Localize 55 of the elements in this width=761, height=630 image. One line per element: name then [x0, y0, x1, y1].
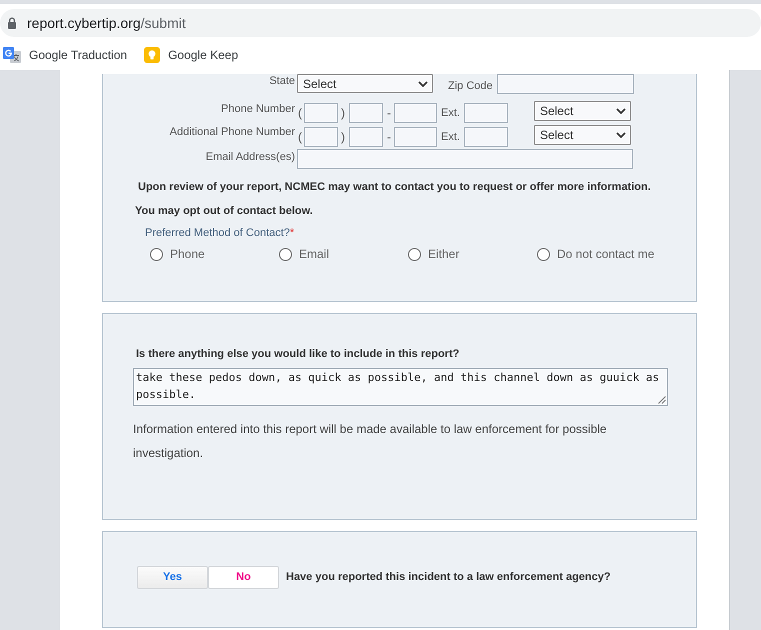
field-label: Ext. [441, 106, 460, 120]
radio-button[interactable] [537, 248, 550, 260]
notice-text: Upon review of your report, NCMEC may want to contact you to request or offer more information. [138, 181, 652, 194]
chevron-down-icon [616, 132, 626, 138]
area-code-input[interactable] [304, 103, 338, 123]
required-mark: * [290, 227, 294, 240]
chevron-down-icon [616, 108, 626, 114]
field-label: Ext. [441, 130, 460, 144]
no-button[interactable]: No [208, 566, 279, 588]
lightbulb-icon [144, 47, 160, 63]
translate-icon [3, 46, 21, 64]
notice-text: You may opt out of contact below. [135, 205, 314, 218]
bookmark-link[interactable]: Google Keep [144, 47, 238, 63]
question-text: Is there anything else you would like to include in this report? [136, 348, 460, 361]
parenthesis: ( [298, 130, 302, 144]
extension-input[interactable] [464, 103, 508, 123]
contact-option[interactable]: Email [279, 247, 408, 261]
radio-button[interactable] [150, 248, 163, 260]
extension-input[interactable] [464, 127, 508, 147]
chevron-down-icon [418, 80, 428, 86]
state-select[interactable]: Select [297, 74, 433, 93]
zip-code-input[interactable] [496, 74, 634, 94]
info-text: Information entered into this report will be made available to law enforcement for possible investigation. [133, 421, 608, 462]
phone-type-select[interactable]: Select [534, 125, 631, 145]
resize-grip-icon [658, 396, 666, 404]
parenthesis: ) [341, 130, 345, 144]
field-label: Email Address(es) [204, 150, 295, 164]
radio-button[interactable] [408, 248, 421, 260]
parenthesis: ) [341, 106, 345, 120]
phone-line-input[interactable] [394, 127, 437, 147]
field-label: Additional Phone Number [168, 125, 295, 139]
area-code-input[interactable] [304, 127, 338, 147]
field-label: Phone Number [220, 102, 295, 116]
url-text: report.cybertip.org/submit [27, 15, 186, 31]
contact-option[interactable]: Phone [150, 247, 279, 261]
radio-button[interactable] [279, 248, 292, 260]
dash: - [387, 130, 391, 144]
contact-option[interactable]: Either [408, 247, 537, 261]
address-bar[interactable]: report.cybertip.org/submit [0, 9, 761, 37]
field-label: State [268, 74, 295, 88]
dash: - [387, 106, 391, 120]
contact-option[interactable]: Do not contact me [537, 247, 666, 261]
phone-prefix-input[interactable] [349, 127, 383, 147]
email-input[interactable] [297, 149, 633, 169]
phone-line-input[interactable] [394, 103, 437, 123]
phone-prefix-input[interactable] [349, 103, 383, 123]
question-text: Have you reported this incident to a law enforcement agency? [286, 571, 611, 583]
parenthesis: ( [298, 106, 302, 120]
yes-button[interactable]: Yes [137, 566, 208, 588]
field-label: Zip Code [448, 79, 493, 93]
lock-icon [7, 17, 17, 29]
bookmark-link[interactable]: Google Traduction [3, 46, 128, 64]
field-label: Preferred Method of Contact? [145, 227, 290, 240]
phone-type-select[interactable]: Select [534, 101, 631, 121]
comment-field[interactable]: take these pedos down, as quick as possible, and this channel down as guuick as possible. [133, 368, 668, 406]
